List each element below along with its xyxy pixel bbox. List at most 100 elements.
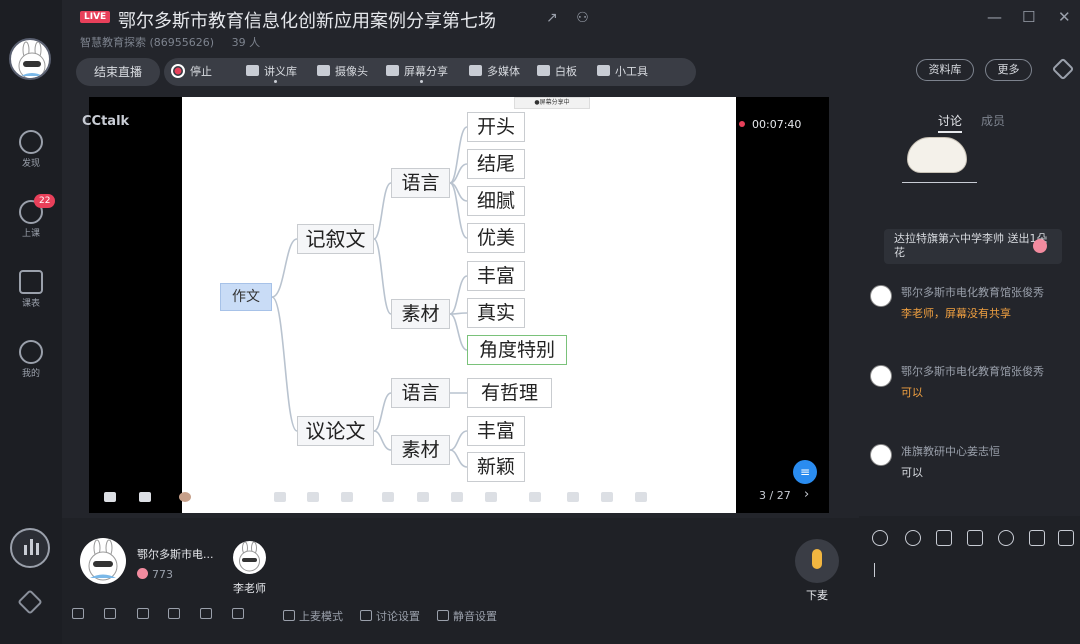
volume-icon[interactable]: [104, 608, 120, 621]
scissors-icon[interactable]: [936, 530, 952, 546]
person-icon[interactable]: ⚇: [576, 10, 589, 26]
mindmap-node-material: 素材: [391, 299, 450, 329]
host-avatar[interactable]: [80, 538, 126, 584]
image-icon[interactable]: [967, 530, 983, 546]
wifi-icon[interactable]: [72, 608, 88, 621]
message-text: 可以: [901, 386, 923, 399]
multimedia-label: 多媒体: [487, 65, 520, 78]
subtitle-icon[interactable]: [168, 608, 184, 621]
emoji-icon[interactable]: [905, 530, 921, 546]
tools-label: 小工具: [615, 65, 648, 78]
next-page-icon[interactable]: ›: [804, 487, 809, 502]
undo-icon[interactable]: [485, 492, 497, 502]
mindmap-leaf: 丰富: [467, 416, 525, 446]
left-rail: 发现 22 上课 课表 我的: [0, 0, 62, 644]
end-live-button[interactable]: 结束直播: [76, 58, 160, 86]
viewer-count: 39 人: [231, 36, 261, 49]
whiteboard-button[interactable]: 白板: [537, 58, 577, 86]
lecture-button[interactable]: 讲义库: [246, 58, 297, 86]
mute-settings-button[interactable]: 静音设置: [437, 608, 497, 624]
eraser-icon[interactable]: [341, 492, 353, 502]
mic-mode-label: 上麦模式: [299, 610, 343, 623]
message-input[interactable]: [874, 563, 875, 577]
globe-icon[interactable]: [200, 608, 216, 621]
image-icon[interactable]: [139, 492, 151, 502]
toolbox-icon: [597, 65, 610, 76]
mindmap-leaf: 丰富: [467, 261, 525, 291]
camera-button[interactable]: 摄像头: [317, 58, 368, 86]
gear-icon[interactable]: [232, 608, 248, 621]
mic-mode-button[interactable]: 上麦模式: [283, 608, 343, 624]
share-icon[interactable]: ↗: [546, 10, 558, 26]
mindmap-branch-narrative: 记叙文: [297, 224, 374, 254]
bucket-icon[interactable]: [451, 492, 463, 502]
hand-icon: [283, 610, 295, 621]
guest-avatar[interactable]: [233, 541, 266, 574]
pointer-icon[interactable]: [274, 492, 286, 502]
layers-icon[interactable]: [567, 492, 579, 502]
bar-icon: [24, 545, 27, 555]
minimize-icon[interactable]: —: [987, 8, 1002, 26]
message-sender: 准旗教研中心姜志恒: [901, 445, 1000, 458]
zoom-icon[interactable]: [529, 492, 541, 502]
mindmap-root: 作文: [220, 283, 272, 311]
multimedia-button[interactable]: 多媒体: [469, 58, 520, 86]
maximize-icon[interactable]: ☐: [1022, 8, 1035, 26]
bar-icon: [36, 543, 39, 555]
more-button[interactable]: 更多: [985, 59, 1032, 81]
quick-reply-icon[interactable]: [1058, 530, 1074, 546]
title-icons: ↗ ⚇: [546, 10, 589, 26]
user-avatar[interactable]: [9, 38, 51, 80]
mindmap-leaf: 细腻: [467, 186, 525, 216]
stop-label: 停止: [190, 65, 212, 78]
mic-icon[interactable]: [137, 608, 153, 621]
tab-discussion[interactable]: 讨论: [938, 112, 963, 133]
gift-text: 达拉特旗第六中学李帅 送出1朵花: [894, 232, 1048, 259]
nav-schedule[interactable]: 课表: [0, 270, 62, 309]
whiteboard-icon: [537, 65, 550, 76]
chart-icon: [246, 65, 259, 76]
camera-label: 摄像头: [335, 65, 368, 78]
brand-logo: CCtalk: [82, 114, 130, 129]
tools-button[interactable]: 小工具: [597, 58, 648, 86]
menu-icon[interactable]: [104, 492, 116, 502]
divider: [902, 182, 977, 183]
discussion-settings-button[interactable]: 讨论设置: [360, 608, 420, 624]
screen-icon[interactable]: [382, 492, 394, 502]
nav-discover[interactable]: 发现: [0, 130, 62, 169]
pen-icon[interactable]: [307, 492, 319, 502]
monitor-icon[interactable]: [601, 492, 613, 502]
stage-chat-icon[interactable]: ≡: [793, 460, 817, 484]
resources-button[interactable]: 资料库: [916, 59, 974, 81]
mindmap-leaf: 优美: [467, 223, 525, 253]
gear-icon[interactable]: [17, 589, 43, 615]
close-icon[interactable]: ✕: [1058, 8, 1071, 26]
recording-timer: 00:07:40: [739, 118, 801, 131]
compass-icon: [19, 130, 43, 154]
user-card-icon[interactable]: [1029, 530, 1045, 546]
presenter-avatar: [179, 492, 191, 502]
settings-icon[interactable]: [1051, 57, 1075, 81]
nav-class[interactable]: 22 上课: [0, 194, 62, 239]
live-stats-button[interactable]: [10, 528, 50, 568]
mute-settings-label: 静音设置: [453, 610, 497, 623]
user-icon: [19, 340, 43, 364]
leave-mic-button[interactable]: [795, 539, 839, 583]
bar-icon: [30, 539, 33, 555]
tab-members[interactable]: 成员: [981, 112, 1005, 129]
nav-mine[interactable]: 我的: [0, 340, 62, 379]
guest-name: 李老师: [233, 582, 266, 595]
channel-info: 智慧教育探索 (86955626) 39 人: [80, 34, 260, 50]
clock-icon[interactable]: [998, 530, 1014, 546]
screen-share-button[interactable]: 屏幕分享: [386, 58, 448, 86]
mindmap-leaf-selected: 角度特别: [467, 335, 567, 365]
flower-gift-icon[interactable]: [872, 530, 888, 546]
calendar-icon: [19, 270, 43, 294]
live-badge: LIVE: [80, 11, 111, 23]
nav-mine-label: 我的: [21, 369, 40, 379]
grid-icon[interactable]: [417, 492, 429, 502]
chat-icon: [360, 610, 372, 621]
stop-button[interactable]: 停止: [171, 58, 212, 86]
trash-icon[interactable]: [635, 492, 647, 502]
flower-icon: [137, 568, 148, 579]
